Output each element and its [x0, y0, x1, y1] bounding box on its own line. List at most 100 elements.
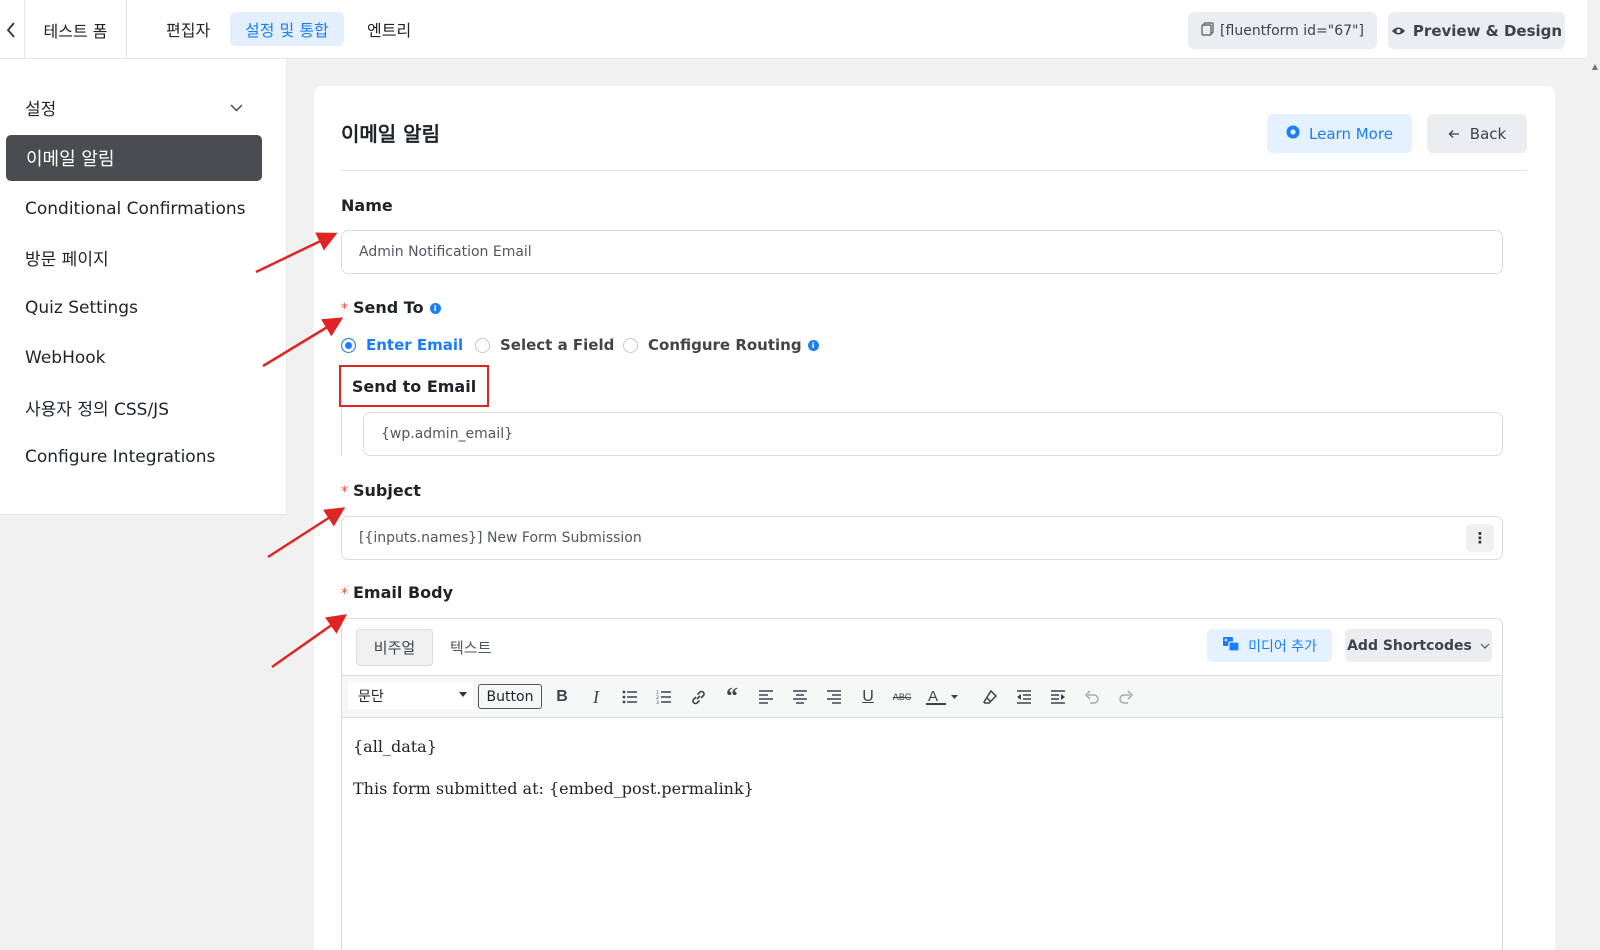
radio-circle[interactable] — [623, 337, 638, 353]
subject-label: * Subject — [341, 481, 421, 500]
email-body-label: * Email Body — [341, 583, 453, 602]
sidebar-item-label: Quiz Settings — [25, 298, 138, 318]
underline-icon[interactable]: U — [856, 685, 880, 709]
tab-entries[interactable]: 엔트리 — [352, 12, 426, 46]
radio-circle[interactable] — [341, 337, 356, 353]
sidebar-item-label: 사용자 정의 CSS/JS — [25, 399, 169, 420]
sidebar-item-label: Configure Integrations — [25, 447, 216, 467]
link-icon[interactable] — [686, 685, 710, 709]
email-notification-card: 이메일 알림 Learn More Back Name Admin Notifi… — [314, 86, 1555, 950]
sidebar-item-custom-css-js[interactable]: 사용자 정의 CSS/JS — [0, 387, 287, 427]
info-icon[interactable]: i — [807, 339, 819, 351]
sidebar-item-landing-page[interactable]: 방문 페이지 — [0, 237, 287, 277]
learn-more-button[interactable]: Learn More — [1267, 114, 1412, 153]
sidebar-item-label: Conditional Confirmations — [25, 199, 246, 219]
send-to-label-text: Send To — [353, 298, 424, 317]
add-shortcodes-button[interactable]: Add Shortcodes — [1345, 629, 1492, 662]
radio-label: Configure Routing — [648, 336, 802, 354]
subject-input[interactable]: [{inputs.names}] New Form Submission ⋮ — [341, 516, 1503, 560]
sidebar-item-conditional-confirmations[interactable]: Conditional Confirmations — [0, 189, 287, 229]
sidebar-item-label: 방문 페이지 — [25, 249, 109, 270]
align-left-icon[interactable] — [754, 685, 778, 709]
email-body-label-text: Email Body — [353, 583, 454, 602]
numbered-list-icon[interactable]: 123 — [652, 685, 676, 709]
required-asterisk: * — [341, 586, 348, 602]
text-color-icon[interactable]: A — [924, 685, 960, 709]
strikethrough-icon[interactable]: ABC — [890, 685, 914, 709]
settings-sidebar: 설정 이메일 알림 Conditional Confirmations 방문 페… — [0, 59, 287, 515]
subject-label-text: Subject — [353, 481, 421, 500]
radio-label: Enter Email — [366, 336, 464, 354]
scroll-up-arrow-icon[interactable]: ▲ — [1592, 62, 1598, 71]
svg-text:A: A — [928, 688, 938, 705]
radio-select-a-field[interactable]: Select a Field — [475, 336, 614, 354]
caret-down-icon — [459, 692, 467, 697]
shortcode-copy-button[interactable]: [fluentform id="67"] — [1188, 12, 1377, 49]
chevron-down-icon — [1480, 643, 1490, 649]
sidebar-item-quiz-settings[interactable]: Quiz Settings — [0, 288, 287, 328]
align-center-icon[interactable] — [788, 685, 812, 709]
learn-more-label: Learn More — [1309, 124, 1393, 143]
undo-icon[interactable] — [1080, 685, 1104, 709]
tab-settings-integrations[interactable]: 설정 및 통합 — [230, 12, 344, 46]
back-chevron-icon[interactable] — [0, 0, 22, 59]
add-shortcodes-label: Add Shortcodes — [1347, 637, 1472, 654]
paragraph-format-select[interactable]: 문단 — [348, 682, 473, 709]
send-to-email-label: Send to Email — [339, 365, 489, 407]
sidebar-item-label: WebHook — [25, 348, 106, 368]
sidebar-item-settings[interactable]: 설정 — [0, 87, 287, 127]
sidebar-item-configure-integrations[interactable]: Configure Integrations — [0, 437, 287, 477]
subject-input-value: [{inputs.names}] New Form Submission — [359, 530, 642, 546]
tab-text[interactable]: 텍스트 — [450, 629, 491, 666]
email-body-editor: 비주얼 텍스트 미디어 추가 Add Shortcodes 문단 Button … — [341, 618, 1503, 950]
form-title: 테스트 폼 — [24, 0, 127, 59]
insert-button-button[interactable]: Button — [478, 684, 542, 709]
eraser-icon[interactable] — [978, 685, 1002, 709]
name-input[interactable]: Admin Notification Email — [341, 230, 1503, 274]
more-vertical-icon[interactable]: ⋮ — [1466, 524, 1494, 552]
editor-paragraph: This form submitted at: {embed_post.perm… — [353, 778, 754, 798]
shortcode-text: [fluentform id="67"] — [1220, 22, 1364, 39]
italic-icon[interactable]: I — [584, 685, 608, 709]
back-button[interactable]: Back — [1427, 114, 1527, 153]
send-to-label: * Send To i — [341, 298, 441, 317]
bullet-list-icon[interactable] — [618, 685, 642, 709]
radio-label: Select a Field — [500, 336, 615, 354]
radio-configure-routing[interactable]: Configure Routing i — [623, 336, 819, 354]
redo-icon[interactable] — [1114, 685, 1138, 709]
editor-paragraph: {all_data} — [353, 737, 437, 756]
format-select-value: 문단 — [358, 688, 384, 705]
blockquote-icon[interactable]: “ — [720, 684, 744, 710]
name-label: Name — [341, 196, 393, 215]
preview-design-button[interactable]: Preview & Design — [1388, 12, 1565, 49]
media-icon — [1222, 636, 1240, 656]
sidebar-item-label: 설정 — [25, 99, 57, 120]
indent-line — [341, 409, 342, 456]
editor-toolbar: 문단 Button B I 123 “ U ABC A — [342, 675, 1502, 718]
divider — [341, 170, 1527, 171]
editor-content[interactable]: {all_data} This form submitted at: {embe… — [353, 734, 754, 817]
indent-icon[interactable] — [1046, 685, 1070, 709]
preview-design-label: Preview & Design — [1412, 21, 1563, 40]
back-label: Back — [1469, 124, 1507, 143]
top-bar: 테스트 폼 편집자 설정 및 통합 엔트리 [fluentform id="67… — [0, 0, 1587, 59]
tab-editor[interactable]: 편집자 — [151, 12, 225, 46]
info-icon[interactable]: i — [429, 303, 441, 314]
sidebar-item-label: 이메일 알림 — [26, 149, 115, 170]
page-title: 이메일 알림 — [341, 122, 440, 146]
add-media-button[interactable]: 미디어 추가 — [1207, 629, 1332, 662]
sidebar-item-webhook[interactable]: WebHook — [0, 338, 287, 378]
send-to-email-input[interactable]: {wp.admin_email} — [363, 412, 1503, 456]
align-right-icon[interactable] — [822, 685, 846, 709]
required-asterisk: * — [341, 301, 348, 317]
sidebar-item-email-notifications[interactable]: 이메일 알림 — [6, 135, 262, 181]
bold-icon[interactable]: B — [550, 685, 574, 709]
tab-visual[interactable]: 비주얼 — [356, 629, 433, 666]
radio-circle[interactable] — [475, 337, 490, 353]
scrollbar[interactable]: ▲ — [1587, 0, 1600, 950]
send-to-email-value: {wp.admin_email} — [381, 426, 514, 442]
chevron-down-icon — [230, 104, 243, 112]
radio-enter-email[interactable]: Enter Email — [341, 336, 463, 354]
outdent-icon[interactable] — [1012, 685, 1036, 709]
add-media-label: 미디어 추가 — [1248, 638, 1317, 655]
